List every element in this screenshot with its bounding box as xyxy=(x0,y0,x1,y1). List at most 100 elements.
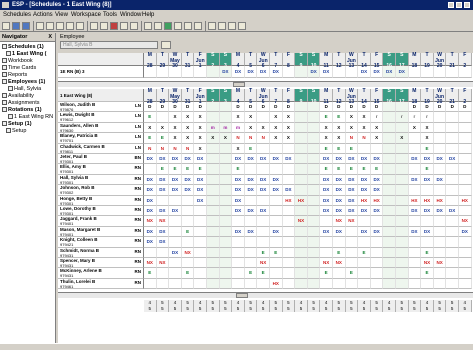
menu-window[interactable]: Window xyxy=(120,10,141,20)
nav-item[interactable]: Rotations (1) xyxy=(2,107,42,114)
schedule-cell[interactable] xyxy=(144,278,157,290)
help-icon[interactable] xyxy=(238,22,246,30)
schedule-cell[interactable]: m xyxy=(232,122,245,134)
schedule-cell[interactable]: DX xyxy=(433,154,447,165)
schedule-cell[interactable]: DX xyxy=(257,206,270,217)
schedule-cell[interactable] xyxy=(219,164,233,175)
schedule-cell[interactable] xyxy=(219,102,233,113)
schedule-cell[interactable]: DX xyxy=(370,206,384,217)
day-header[interactable]: S 9 xyxy=(295,52,308,69)
schedule-cell[interactable]: DX xyxy=(433,174,447,186)
schedule-cell[interactable] xyxy=(295,247,308,258)
schedule-cell[interactable] xyxy=(459,112,472,123)
employee-row-label[interactable]: Saunders, Allen B LN 979630 xyxy=(58,122,144,134)
schedule-cell[interactable]: DX xyxy=(169,206,182,217)
schedule-cell[interactable] xyxy=(307,185,321,196)
schedule-cell[interactable]: E xyxy=(181,164,195,175)
schedule-cell[interactable]: E xyxy=(144,112,157,123)
day-header[interactable]: T 31 xyxy=(181,52,195,69)
schedule-cell[interactable]: E xyxy=(156,133,170,144)
schedule-cell[interactable] xyxy=(345,226,359,238)
schedule-cell[interactable] xyxy=(156,112,170,123)
schedule-cell[interactable] xyxy=(459,143,472,154)
schedule-cell[interactable] xyxy=(307,195,321,206)
employee-row-label[interactable]: McKinney, Arlene B RN 979431 xyxy=(58,268,144,279)
schedule-cell[interactable]: X xyxy=(282,112,296,123)
schedule-cell[interactable]: DX xyxy=(320,195,333,206)
menu-help[interactable]: Help xyxy=(142,10,154,20)
schedule-cell[interactable] xyxy=(370,268,384,279)
schedule-cell[interactable] xyxy=(282,143,296,154)
close-icon[interactable] xyxy=(464,2,470,8)
schedule-cell[interactable]: X xyxy=(232,143,245,154)
employee-row-label[interactable]: Jeter, Paul B BN 979301 xyxy=(58,154,144,165)
day-header[interactable]: T 14 xyxy=(358,52,371,69)
schedule-cell[interactable] xyxy=(383,174,396,186)
schedule-cell[interactable] xyxy=(370,143,384,154)
schedule-cell[interactable]: E xyxy=(333,247,346,258)
schedule-cell[interactable]: DX xyxy=(244,174,258,186)
schedule-cell[interactable]: DX xyxy=(408,226,422,238)
grid-icon[interactable] xyxy=(194,22,202,30)
schedule-cell[interactable] xyxy=(181,278,195,290)
schedule-cell[interactable] xyxy=(333,237,346,248)
schedule-cell[interactable] xyxy=(459,278,472,290)
schedule-cell[interactable]: E xyxy=(194,164,207,175)
schedule-cell[interactable] xyxy=(307,164,321,175)
schedule-cell[interactable] xyxy=(257,112,270,123)
day-header[interactable]: S 16 xyxy=(383,52,396,69)
save-icon[interactable] xyxy=(22,22,30,30)
schedule-cell[interactable]: DX xyxy=(144,237,157,248)
menu-actions[interactable]: Actions xyxy=(33,10,53,20)
schedule-cell[interactable] xyxy=(257,278,270,290)
schedule-cell[interactable] xyxy=(307,174,321,186)
schedule-cell[interactable] xyxy=(396,247,409,258)
schedule-cell[interactable] xyxy=(446,122,459,134)
schedule-cell[interactable] xyxy=(396,102,409,113)
schedule-cell[interactable] xyxy=(408,143,422,154)
report-icon[interactable] xyxy=(174,22,182,30)
schedule-cell[interactable] xyxy=(370,247,384,258)
schedule-cell[interactable]: E xyxy=(156,164,170,175)
schedule-cell[interactable]: X xyxy=(207,133,220,144)
schedule-cell[interactable] xyxy=(219,216,233,227)
schedule-cell[interactable] xyxy=(320,216,333,227)
schedule-cell[interactable] xyxy=(383,143,396,154)
schedule-cell[interactable]: DX xyxy=(169,185,182,196)
schedule-cell[interactable] xyxy=(408,66,422,78)
schedule-cell[interactable]: X xyxy=(244,122,258,134)
day-header[interactable]: F 8 xyxy=(282,52,296,69)
schedule-cell[interactable]: DX xyxy=(333,195,346,206)
schedule-cell[interactable]: X xyxy=(181,122,195,134)
schedule-cell[interactable]: DX xyxy=(370,154,384,165)
schedule-cell[interactable]: DX xyxy=(333,226,346,238)
schedule-cell[interactable]: DX xyxy=(270,174,283,186)
schedule-cell[interactable]: NX xyxy=(345,216,359,227)
schedule-cell[interactable]: DX xyxy=(433,206,447,217)
schedule-cell[interactable] xyxy=(169,278,182,290)
schedule-cell[interactable]: D xyxy=(433,102,447,113)
employee-row-label[interactable]: Lowe, Dorothy B RN 979301 xyxy=(58,206,144,217)
schedule-cell[interactable] xyxy=(207,216,220,227)
nav-item[interactable]: 1 East Wing RN xyxy=(8,114,53,121)
schedule-cell[interactable] xyxy=(370,258,384,269)
schedule-cell[interactable]: X xyxy=(345,122,359,134)
scrollbar-thumb[interactable] xyxy=(233,82,245,87)
schedule-cell[interactable] xyxy=(257,195,270,206)
schedule-cell[interactable]: N xyxy=(358,133,371,144)
schedule-cell[interactable] xyxy=(446,237,459,248)
schedule-cell[interactable] xyxy=(307,133,321,144)
schedule-cell[interactable]: DX xyxy=(169,154,182,165)
schedule-cell[interactable] xyxy=(383,154,396,165)
schedule-cell[interactable]: E xyxy=(421,164,434,175)
schedule-cell[interactable]: N xyxy=(144,143,157,154)
schedule-cell[interactable]: DX xyxy=(219,66,233,78)
schedule-cell[interactable] xyxy=(333,66,346,78)
schedule-cell[interactable] xyxy=(383,122,396,134)
schedule-cell[interactable] xyxy=(383,164,396,175)
schedule-cell[interactable]: X xyxy=(194,143,207,154)
schedule-cell[interactable]: E xyxy=(169,164,182,175)
schedule-cell[interactable] xyxy=(408,247,422,258)
schedule-cell[interactable] xyxy=(345,237,359,248)
schedule-cell[interactable] xyxy=(307,237,321,248)
